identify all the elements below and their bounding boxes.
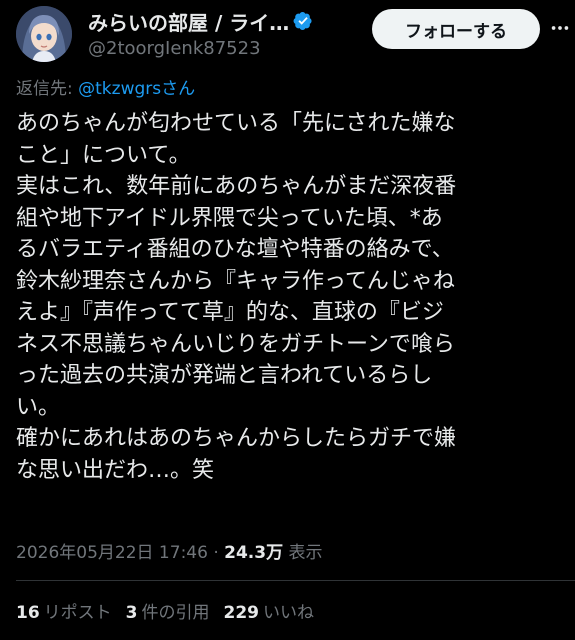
tweet-text: あのちゃんが匂わせている「先にされた嫌な こと」について。 実はこれ、数年前にあ… — [16, 108, 556, 486]
reposts-count: 16 — [16, 603, 40, 623]
tweet-text-line: 実はこれ、数年前にあのちゃんがまだ深夜番 — [16, 174, 457, 199]
tweet-text-line: な思い出だわ…。笑 — [16, 457, 215, 483]
reply-mention-link[interactable]: @tkzwgrsさん — [78, 79, 195, 99]
tweet-text-line: 鈴木紗理奈さんから『キャラ作ってんじゃね — [16, 268, 455, 294]
engagement-stats: 16 リポスト 3 件の引用 229 いいね — [16, 598, 314, 623]
display-name[interactable]: みらいの部屋 / ライ… — [88, 7, 289, 36]
tweet-header: みらいの部屋 / ライ… @2toorgIenk87523 フォローする — [16, 6, 569, 62]
tweet-text-line: あのちゃんが匂わせている「先にされた嫌な — [16, 111, 456, 136]
tweet-text-line: 組や地下アイドル界隈で尖っていた頃、*あ — [16, 205, 443, 231]
follow-button[interactable]: フォローする — [372, 9, 540, 49]
tweet-text-line: ネス不思議ちゃんいじりをガチトーンで喰ら — [16, 331, 455, 357]
likes-label: いいね — [263, 603, 315, 623]
quotes-label: 件の引用 — [141, 603, 210, 623]
quotes-count: 3 — [125, 603, 138, 623]
divider — [16, 580, 575, 581]
quotes-stat[interactable]: 3 件の引用 — [126, 598, 210, 623]
tweet-text-line: こと」について。 — [16, 142, 191, 168]
reposts-label: リポスト — [43, 603, 112, 623]
reply-to-prefix: 返信先: — [16, 79, 79, 99]
tweet-text-line: えよ』『声作ってて草』的な、直球の『ビジ — [16, 300, 444, 325]
verified-badge-icon — [293, 12, 312, 30]
user-handle[interactable]: @2toorgIenk87523 — [88, 38, 378, 59]
more-options-icon[interactable] — [548, 16, 572, 40]
display-name-row: みらいの部屋 / ライ… — [88, 7, 378, 36]
reposts-stat[interactable]: 16 リポスト — [16, 598, 112, 623]
likes-count: 229 — [223, 603, 260, 623]
user-names: みらいの部屋 / ライ… @2toorgIenk87523 — [88, 8, 378, 59]
tweet-meta: 2026年05月22日 17:46 · 24.3万 表示 — [16, 538, 323, 563]
avatar[interactable] — [16, 6, 72, 62]
tweet-text-line: るバラエティ番組のひな壇や特番の絡みで、 — [16, 237, 454, 262]
likes-stat[interactable]: 229 いいね — [224, 598, 315, 623]
tweet-text-line: った過去の共演が発端と言われているらし — [16, 363, 433, 388]
avatar-image — [16, 6, 72, 62]
views-count: 24.3万 — [224, 543, 284, 563]
tweet-text-line: 確かにあれはあのちゃんからしたらガチで嫌 — [16, 426, 457, 451]
tweet-text-line: い。 — [16, 394, 61, 420]
views-label: 表示 — [283, 543, 323, 563]
tweet-detail: みらいの部屋 / ライ… @2toorgIenk87523 フォローする 返信先… — [0, 0, 575, 640]
reply-to-line: 返信先: @tkzwgrsさん — [16, 74, 195, 99]
tweet-timestamp[interactable]: 2026年05月22日 17:46 · — [16, 543, 224, 563]
